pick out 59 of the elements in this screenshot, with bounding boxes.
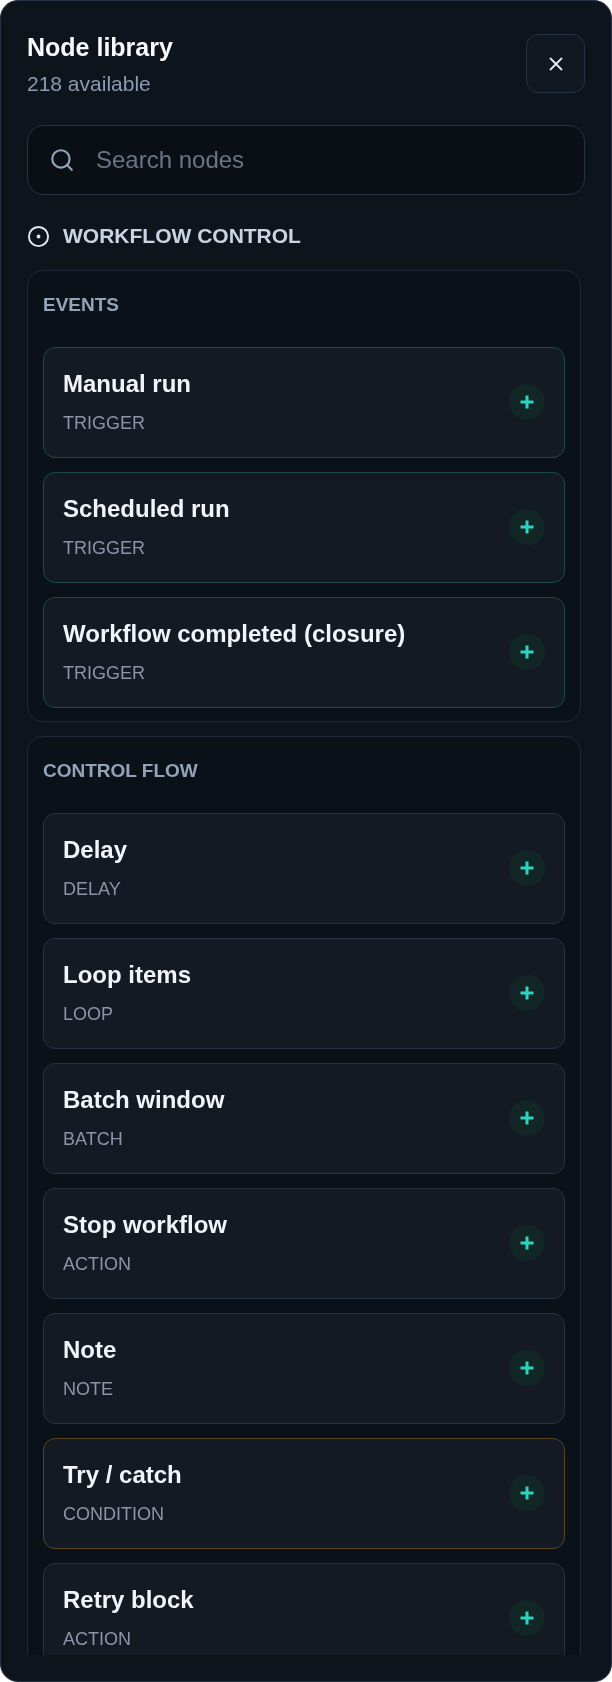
node-title: Workflow completed (closure)	[63, 619, 406, 649]
node-title: Batch window	[63, 1085, 225, 1115]
node-type: TRIGGER	[63, 412, 146, 435]
node-title: Note	[63, 1335, 117, 1365]
node-card[interactable]: Batch window BATCH	[43, 1063, 565, 1174]
node-type: CONDITION	[63, 1503, 165, 1526]
search-field[interactable]: Search nodes	[27, 125, 585, 195]
panel-title: Node library	[27, 32, 173, 63]
node-title: Delay	[63, 835, 128, 865]
group-label: EVENTS	[43, 293, 121, 317]
node-card[interactable]: Manual run TRIGGER	[43, 347, 565, 458]
plus-icon	[520, 1611, 534, 1625]
circle-dot-icon	[27, 224, 50, 248]
close-button[interactable]	[526, 34, 585, 93]
node-card[interactable]: Delay DELAY	[43, 813, 565, 924]
node-type: TRIGGER	[63, 662, 146, 685]
node-title: Retry block	[63, 1585, 194, 1615]
node-card[interactable]: Try / catch CONDITION	[43, 1438, 565, 1549]
node-card[interactable]: Stop workflow ACTION	[43, 1188, 565, 1299]
section-heading: WORKFLOW CONTROL	[63, 223, 301, 249]
available-count: 218 available	[27, 71, 152, 97]
add-button[interactable]	[509, 1350, 545, 1386]
node-type: ACTION	[63, 1628, 132, 1651]
plus-icon	[520, 1111, 534, 1125]
plus-icon	[520, 1236, 534, 1250]
add-button[interactable]	[509, 509, 545, 545]
node-type: LOOP	[63, 1003, 115, 1026]
add-button[interactable]	[509, 634, 545, 670]
add-button[interactable]	[509, 1225, 545, 1261]
node-card[interactable]: Loop items LOOP	[43, 938, 565, 1049]
node-title: Manual run	[63, 369, 191, 399]
add-button[interactable]	[509, 1600, 545, 1636]
node-type: TRIGGER	[63, 537, 146, 560]
node-card[interactable]: Workflow completed (closure) TRIGGER	[43, 597, 565, 708]
node-title: Try / catch	[63, 1460, 182, 1490]
search-icon	[49, 147, 75, 173]
node-card[interactable]: Note NOTE	[43, 1313, 565, 1424]
plus-icon	[520, 1486, 534, 1500]
node-card[interactable]: Scheduled run TRIGGER	[43, 472, 565, 583]
node-type: BATCH	[63, 1128, 124, 1151]
node-title: Scheduled run	[63, 494, 230, 524]
add-button[interactable]	[509, 1475, 545, 1511]
node-title: Stop workflow	[63, 1210, 227, 1240]
plus-icon	[520, 861, 534, 875]
node-card[interactable]: Retry block ACTION	[43, 1563, 565, 1655]
plus-icon	[520, 645, 534, 659]
plus-icon	[520, 395, 534, 409]
plus-icon	[520, 520, 534, 534]
add-button[interactable]	[509, 1100, 545, 1136]
node-title: Loop items	[63, 960, 191, 990]
node-type: NOTE	[63, 1378, 114, 1401]
add-button[interactable]	[509, 975, 545, 1011]
add-button[interactable]	[509, 850, 545, 886]
group-label: CONTROL FLOW	[43, 759, 199, 783]
plus-icon	[520, 986, 534, 1000]
add-button[interactable]	[509, 384, 545, 420]
node-type: ACTION	[63, 1253, 132, 1276]
plus-icon	[520, 1361, 534, 1375]
node-type: DELAY	[63, 878, 122, 901]
